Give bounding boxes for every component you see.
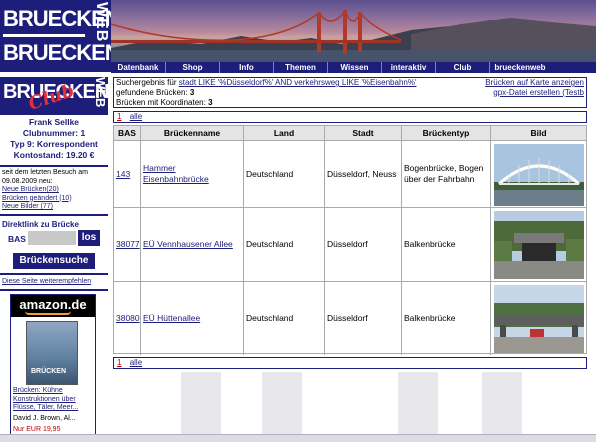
main-navigation: Datenbank Shop Info Themen Wissen intera… (111, 62, 596, 73)
cell-stadt: Düsseldorf (325, 208, 402, 281)
results-table: BAS Brückenname Land Stadt Brückentyp Bi… (113, 125, 587, 355)
background-decoration (181, 372, 221, 434)
new-images-link[interactable]: Neue Bilder (77) (2, 203, 53, 210)
col-header-stadt: Stadt (325, 126, 402, 141)
table-row: 143 Hammer Eisenbahnbrücke Deutschland D… (114, 141, 586, 208)
news-since-last-visit: seit dem letzten Besuch am 09.08.2009 ne… (2, 169, 108, 212)
cell-typ: Bogenbrücke, Bogen über der Fahrbahn (402, 141, 491, 207)
query-text[interactable]: stadt LIKE '%Düsseldorf%' AND verkehrswe… (179, 78, 417, 87)
col-header-name: Brückenname (141, 126, 244, 141)
page-1-link[interactable]: 1 (117, 358, 121, 367)
cell-name: Hammer Eisenbahnbrücke (141, 141, 244, 207)
member-name: Frank Sellke (28, 117, 80, 127)
left-sidebar: BRUECKEN Club WEB Frank Sellke Clubnumme… (0, 73, 108, 442)
nav-tab-interaktiv[interactable]: interaktiv (381, 62, 435, 73)
site-logo[interactable]: BRUECKEN BRUECKEN WEB (0, 0, 111, 72)
cell-typ: Balkenbrücke (402, 282, 491, 355)
bridge-name-link[interactable]: EÜ Vennhausener Allee (143, 239, 233, 250)
go-button[interactable]: los (78, 230, 100, 246)
recommend-page-link[interactable]: Diese Seite weiterempfehlen (2, 278, 91, 285)
book-title-link[interactable]: Brücken: Kühne Konstruktionen über Flüss… (13, 387, 97, 413)
bas-link[interactable]: 143 (116, 169, 130, 180)
coords-label: Brücken mit Koordinaten: (116, 98, 206, 107)
create-gpx-link[interactable]: gpx-Datei erstellen (Testb (493, 88, 584, 97)
query-prefix: Suchergebnis für (116, 78, 177, 87)
table-row: 38080 EÜ Hüttenallee Deutschland Düsseld… (114, 282, 586, 355)
cell-stadt: Düsseldorf, Neuss (325, 141, 402, 207)
cell-name: EÜ Hüttenallee (141, 282, 244, 355)
nav-tab-club[interactable]: Club (435, 62, 489, 73)
member-club-number: Clubnummer: 1 (22, 128, 86, 138)
table-header: BAS Brückenname Land Stadt Brückentyp Bi… (114, 126, 586, 141)
sidebar-divider (0, 273, 108, 275)
amazon-ad[interactable]: amazon.de BRÜCKEN Brücken: Kühne Konstru… (10, 294, 96, 442)
found-label: gefundene Brücken: (116, 88, 188, 97)
changed-bridges-link[interactable]: Brücken geändert (10) (2, 195, 72, 202)
table-row: 38077 EÜ Vennhausener Allee Deutschland … (114, 208, 586, 282)
col-header-typ: Brückentyp (402, 126, 491, 141)
coords-count: 3 (208, 98, 213, 107)
sidebar-divider (0, 165, 108, 167)
col-header-bas: BAS (114, 126, 141, 141)
cell-bas: 143 (114, 141, 141, 207)
pager-top: 1 alle (113, 111, 587, 123)
header-banner-golden-gate (111, 0, 596, 62)
search-result-info: Suchergebnis für stadt LIKE '%Düsseldorf… (113, 77, 587, 108)
nav-tab-themen[interactable]: Themen (273, 62, 327, 73)
member-balance: Kontostand: 19.20 € (13, 150, 95, 160)
member-type: Typ 9: Korrespondent (10, 139, 98, 149)
found-count: 3 (189, 88, 195, 97)
nav-tab-brueckenweb[interactable]: brueckenweb (489, 62, 550, 73)
bas-input[interactable] (28, 231, 76, 245)
club-logo-vertical: WEB (93, 77, 108, 108)
bridge-thumbnail[interactable] (494, 144, 584, 206)
sidebar-divider (0, 214, 108, 216)
cell-stadt: Düsseldorf (325, 282, 402, 355)
bridge-name-link[interactable]: EÜ Hüttenallee (143, 313, 200, 324)
col-header-bild: Bild (530, 128, 547, 138)
cell-land: Deutschland (244, 282, 325, 355)
browser-status-bar (0, 434, 596, 442)
page-1-link[interactable]: 1 (117, 112, 121, 121)
new-bridges-link[interactable]: Neue Brücken(20) (2, 186, 59, 193)
nav-tab-info[interactable]: Info (219, 62, 273, 73)
direct-link-title: Direktlink zu Brücke (2, 220, 79, 229)
news-intro: seit dem letzten Besuch am 09.08.2009 ne… (2, 169, 88, 185)
background-decoration (262, 372, 302, 434)
book-price: Nur EUR 19,95 (13, 426, 61, 433)
bridge-name-link[interactable]: Hammer Eisenbahnbrücke (143, 163, 241, 185)
pager-bottom: 1 alle (113, 357, 587, 369)
member-info: Frank Sellke Clubnummer: 1 Typ 9: Korres… (0, 117, 108, 161)
logo-text-vertical: WEB (93, 2, 110, 43)
sidebar-divider (0, 289, 108, 291)
bas-label: BAS (8, 234, 26, 244)
cell-land: Deutschland (244, 208, 325, 281)
page-all-link[interactable]: alle (130, 358, 142, 367)
page-all-link[interactable]: alle (130, 112, 142, 121)
cell-name: EÜ Vennhausener Allee (141, 208, 244, 281)
bas-link[interactable]: 38077 (116, 239, 140, 250)
show-on-map-link[interactable]: Brücken auf Karte anzeigen (485, 78, 584, 87)
cell-bas: 38080 (114, 282, 141, 355)
amazon-smile-icon (25, 311, 71, 315)
book-cover-text: BRÜCKEN (31, 368, 66, 375)
cell-land: Deutschland (244, 141, 325, 207)
club-logo[interactable]: BRUECKEN Club WEB (0, 77, 108, 115)
col-header-land: Land (244, 126, 325, 141)
cell-bas: 38077 (114, 208, 141, 281)
logo-divider (3, 34, 85, 37)
cell-typ: Balkenbrücke (402, 208, 491, 281)
bridge-thumbnail[interactable] (494, 211, 584, 279)
background-decoration (398, 372, 438, 434)
background-decoration (482, 372, 522, 434)
bas-link[interactable]: 38080 (116, 313, 140, 324)
nav-tab-datenbank[interactable]: Datenbank (111, 62, 165, 73)
bridge-thumbnail[interactable] (494, 285, 584, 353)
nav-tab-wissen[interactable]: Wissen (327, 62, 381, 73)
book-cover[interactable]: BRÜCKEN (26, 321, 78, 385)
book-author: David J. Brown, Al... (13, 415, 76, 422)
nav-tab-shop[interactable]: Shop (165, 62, 219, 73)
bridge-search-button[interactable]: Brückensuche (13, 253, 95, 269)
